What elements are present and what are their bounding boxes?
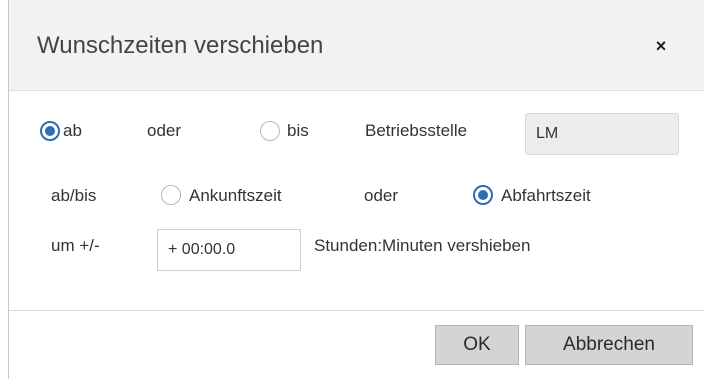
offset-field[interactable] [157,229,301,271]
betriebsstelle-field[interactable] [525,113,679,155]
dialog-footer: OK Abbrechen [9,310,704,380]
radio-bis[interactable] [260,121,280,141]
ok-button[interactable]: OK [435,325,519,365]
oder-label: oder [147,121,182,140]
radio-ankunftszeit[interactable] [161,185,181,205]
radio-abfahrtszeit-label: Abfahrtszeit [501,186,591,205]
radio-ab[interactable] [40,121,60,141]
radio-ab-label: ab [63,121,82,140]
offset-hint-label: Stunden:Minuten vershieben [314,236,531,255]
radio-abfahrtszeit[interactable] [473,185,493,205]
abbis-label: ab/bis [51,186,97,205]
radio-ankunftszeit-label: Ankunftszeit [189,186,282,205]
oder-label-2: oder [364,186,399,205]
close-icon[interactable]: × [649,34,673,58]
um-label: um +/- [51,236,100,255]
radio-bis-label: bis [287,121,309,140]
dialog-header: Wunschzeiten verschieben × [9,0,704,91]
dialog-title: Wunschzeiten verschieben [37,32,324,59]
cancel-button[interactable]: Abbrechen [525,325,693,365]
betriebsstelle-label: Betriebsstelle [365,121,468,140]
shift-times-dialog: Wunschzeiten verschieben × ab oder bis B… [8,0,704,380]
